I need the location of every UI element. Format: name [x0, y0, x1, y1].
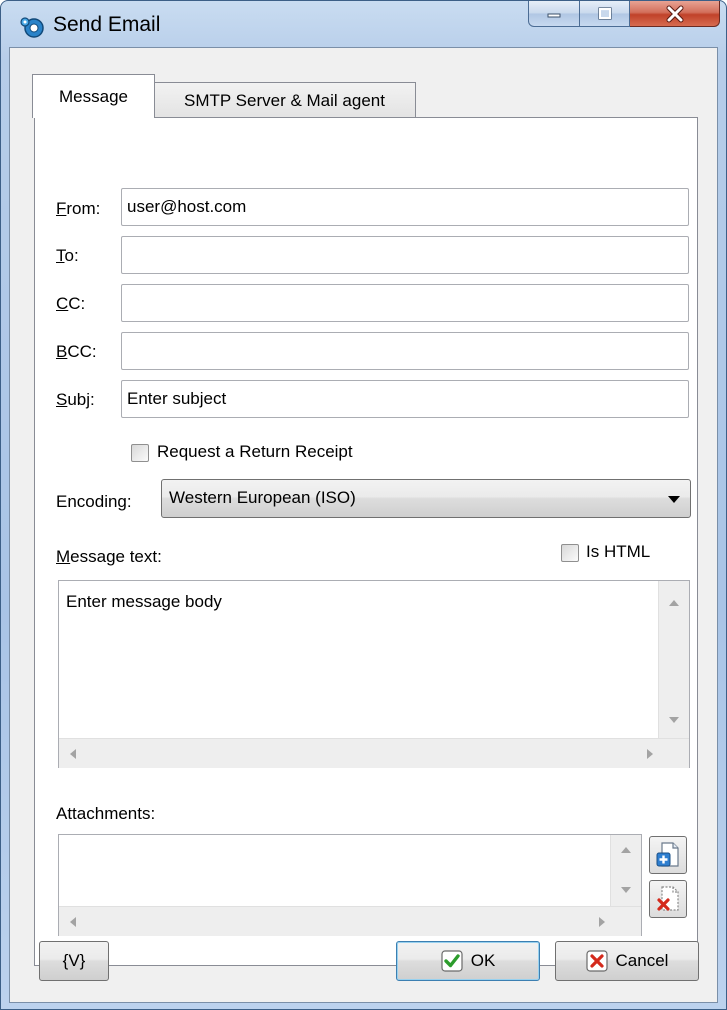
- message-tab-page: From: user@host.com To: CC: BCC: Subj: E…: [34, 117, 698, 966]
- send-email-window: Send Email Message SMTP Server & Mail ag…: [0, 0, 727, 1010]
- close-icon: [666, 5, 683, 22]
- message-body-text: Enter message body: [66, 592, 222, 611]
- tab-message[interactable]: Message: [32, 74, 155, 118]
- bcc-field[interactable]: [121, 332, 689, 370]
- title-bar[interactable]: Send Email: [1, 1, 726, 47]
- encoding-value: Western European (ISO): [169, 488, 356, 507]
- add-attachment-button[interactable]: [649, 836, 687, 874]
- return-receipt-label: Request a Return Receipt: [157, 442, 353, 461]
- is-html-checkbox[interactable]: [561, 544, 579, 562]
- message-body-textarea[interactable]: Enter message body: [58, 580, 690, 768]
- ok-button[interactable]: OK: [396, 941, 540, 981]
- cancel-x-icon: [585, 950, 608, 972]
- is-html-label: Is HTML: [586, 542, 651, 561]
- message-horizontal-scrollbar[interactable]: [59, 738, 689, 768]
- from-field[interactable]: user@host.com: [121, 188, 689, 226]
- message-vertical-scrollbar[interactable]: [658, 581, 689, 738]
- caption-buttons: [528, 1, 720, 29]
- window-title: Send Email: [53, 13, 161, 36]
- encoding-label: Encoding:: [56, 492, 132, 511]
- tab-label: Message: [59, 86, 128, 106]
- ok-button-label: OK: [470, 951, 496, 970]
- subj-label: Subj:: [56, 390, 95, 409]
- from-label: From:: [56, 199, 101, 218]
- attachments-label: Attachments:: [56, 804, 156, 823]
- scroll-right-icon[interactable]: [647, 749, 653, 759]
- minimize-button[interactable]: [528, 1, 580, 27]
- variables-button-label: {V}: [62, 951, 86, 970]
- scroll-up-icon[interactable]: [621, 847, 631, 853]
- scroll-left-icon[interactable]: [70, 917, 76, 927]
- subject-field[interactable]: Enter subject: [121, 380, 689, 418]
- dialog-client-area: Message SMTP Server & Mail agent From: u…: [9, 47, 718, 1003]
- check-icon: [441, 950, 463, 972]
- maximize-icon: [597, 6, 612, 20]
- maximize-button[interactable]: [580, 1, 630, 27]
- remove-attachment-button[interactable]: [649, 880, 687, 918]
- scroll-up-icon[interactable]: [669, 600, 679, 606]
- tab-label: SMTP Server & Mail agent: [184, 90, 385, 110]
- cc-label: CC:: [56, 294, 86, 313]
- bcc-label: BCC:: [56, 342, 97, 361]
- encoding-select[interactable]: Western European (ISO): [161, 479, 691, 518]
- close-button[interactable]: [630, 1, 720, 27]
- attachments-vertical-scrollbar[interactable]: [610, 835, 641, 906]
- to-field[interactable]: [121, 236, 689, 274]
- scroll-down-icon[interactable]: [621, 887, 631, 893]
- return-receipt-checkbox[interactable]: [131, 444, 149, 462]
- attachments-list[interactable]: [58, 834, 642, 936]
- minimize-icon: [547, 13, 561, 17]
- scroll-down-icon[interactable]: [669, 717, 679, 723]
- attachments-horizontal-scrollbar[interactable]: [59, 906, 641, 936]
- chevron-down-icon: [668, 496, 680, 503]
- add-file-icon: [656, 842, 679, 867]
- scroll-right-icon[interactable]: [599, 917, 605, 927]
- cancel-button[interactable]: Cancel: [555, 941, 699, 981]
- cc-field[interactable]: [121, 284, 689, 322]
- to-label: To:: [56, 246, 79, 265]
- message-text-label: Message text:: [56, 547, 162, 566]
- remove-file-icon: [657, 886, 679, 911]
- variables-button[interactable]: {V}: [39, 941, 109, 981]
- app-icon: [19, 14, 45, 40]
- scroll-left-icon[interactable]: [70, 749, 76, 759]
- tab-smtp-server[interactable]: SMTP Server & Mail agent: [154, 82, 416, 118]
- cancel-button-label: Cancel: [615, 951, 669, 970]
